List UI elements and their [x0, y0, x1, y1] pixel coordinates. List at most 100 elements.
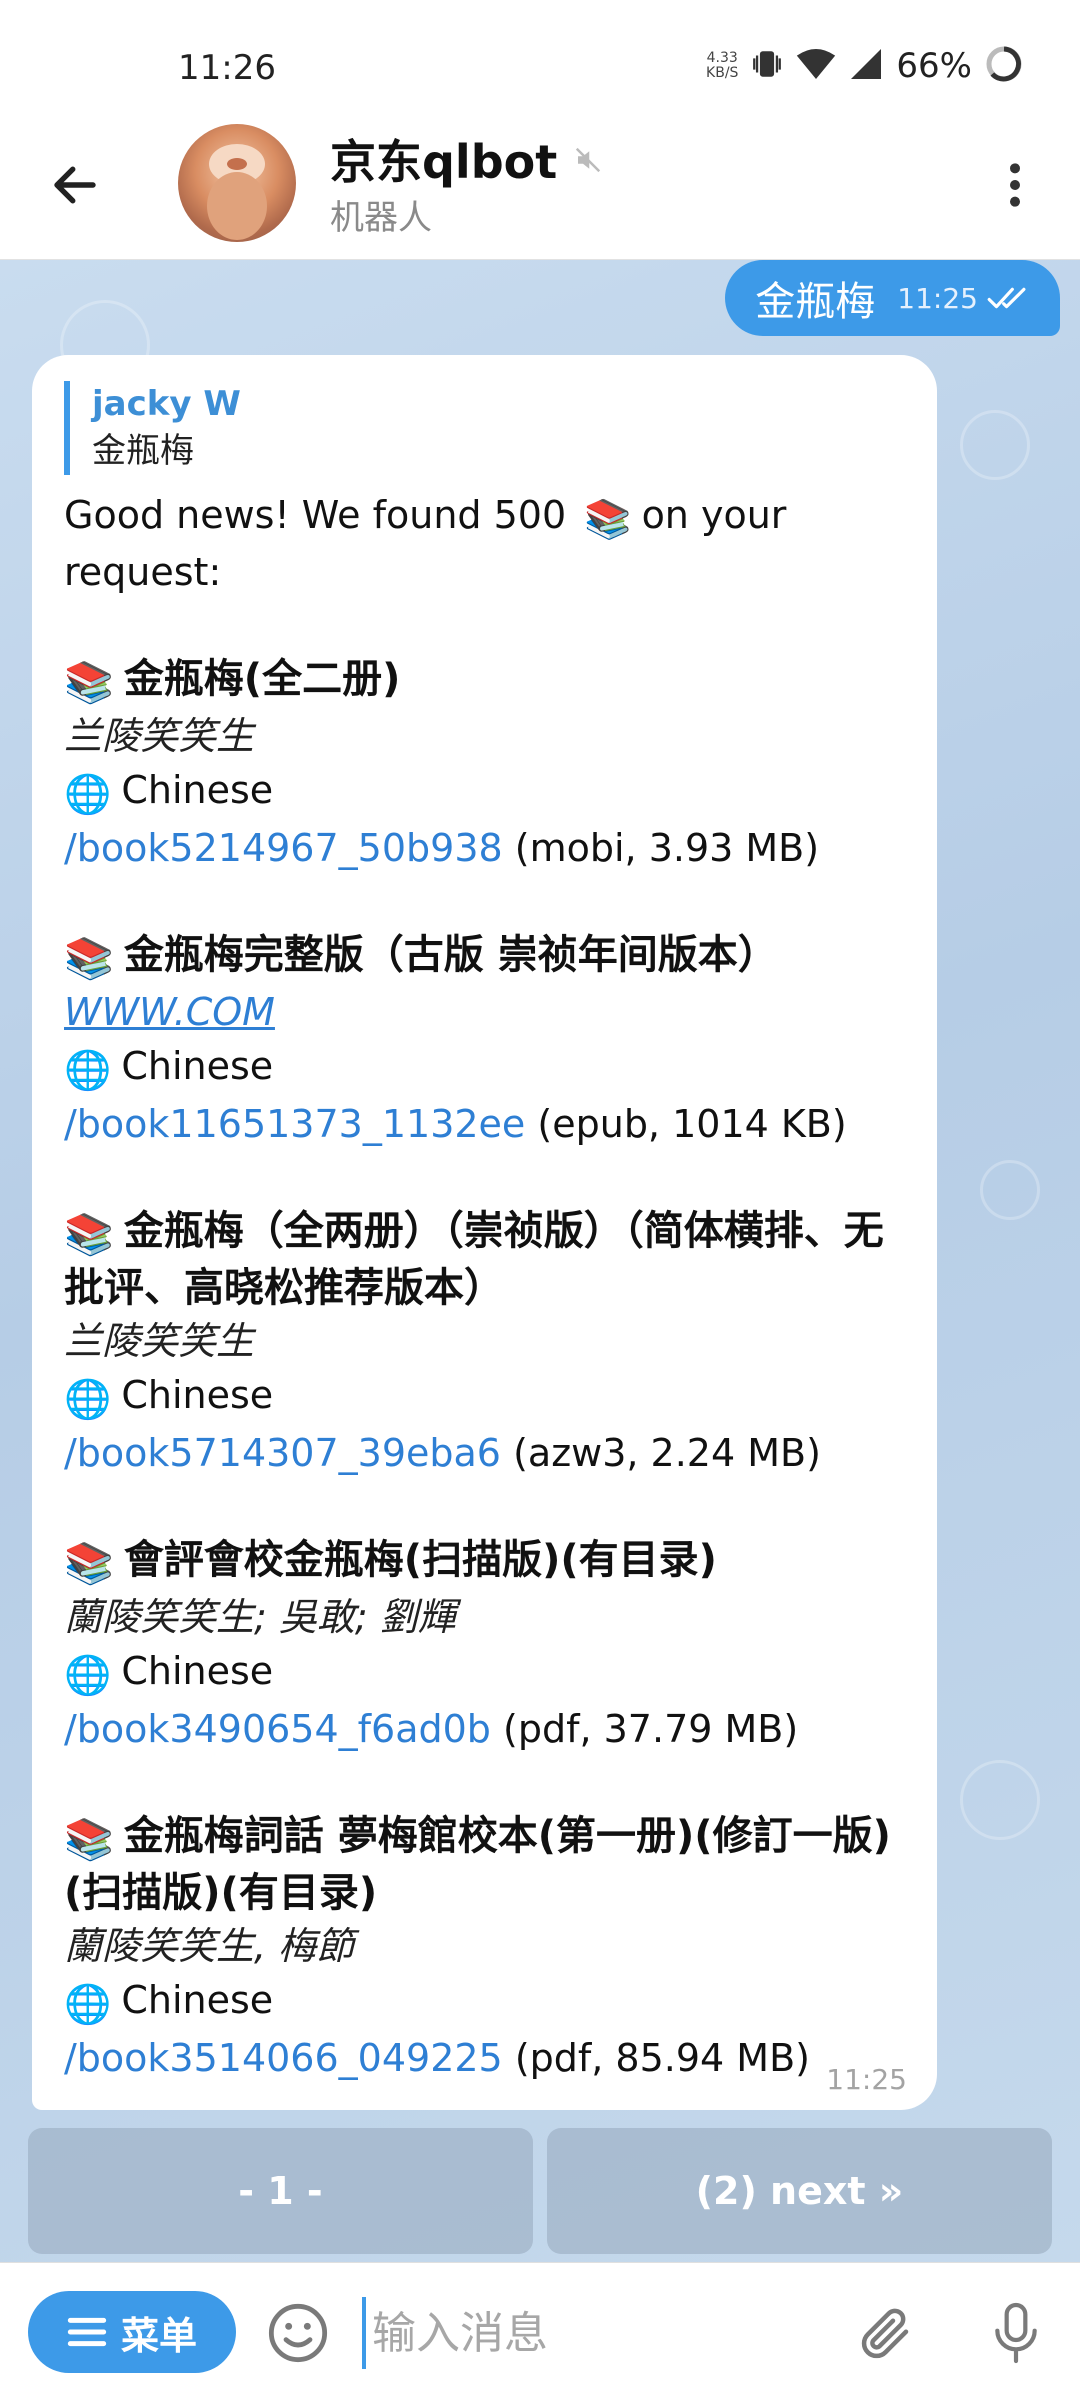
battery-percent: 66%: [896, 46, 972, 86]
book-file: /book5714307_39eba6 (azw3, 2.24 MB): [64, 1426, 907, 1480]
double-check-icon: [987, 287, 1026, 309]
globe-icon: 🌐: [64, 1982, 112, 2026]
book-title-text: 金瓶梅(全二册): [123, 656, 401, 702]
book-author: 蘭陵笑笑生; 吳敢; 劉輝: [64, 1595, 456, 1639]
book-entry: 📚 金瓶梅(全二册) 兰陵笑笑生 🌐 Chinese /book5214967_50…: [64, 653, 907, 875]
signal-icon: [848, 46, 884, 86]
battery-icon: [984, 44, 1024, 88]
smiley-icon: [268, 2303, 328, 2363]
bot-menu-button[interactable]: 菜单: [28, 2291, 236, 2373]
book-file: /book3514066_049225 (pdf, 85.94 MB): [64, 2031, 907, 2085]
bot-menu-label: 菜单: [120, 2313, 197, 2358]
outgoing-message-meta: 11:25: [897, 282, 1030, 315]
chat-header: 京东qlbot 机器人: [0, 110, 1080, 260]
globe-icon: 🌐: [64, 1377, 112, 1421]
vibrate-icon: [750, 47, 784, 85]
menu-icon: [67, 2317, 107, 2347]
books-emoji-icon: 📚: [64, 1212, 114, 1258]
book-file: /book3490654_f6ad0b (pdf, 37.79 MB): [64, 1702, 907, 1756]
incoming-message[interactable]: jacky W 金瓶梅 Good news! We found 500 📚 on …: [32, 355, 937, 2110]
book-command-link[interactable]: /book11651373_1132ee: [64, 1102, 525, 1146]
attach-button[interactable]: [848, 2295, 924, 2371]
books-emoji-icon: 📚: [64, 1817, 114, 1863]
book-title-text: 會評會校金瓶梅(扫描版)(有目录): [123, 1537, 717, 1583]
book-title: 📚 金瓶梅完整版（古版 崇祯年间版本）: [64, 929, 907, 986]
book-language: 🌐 Chinese: [64, 1039, 907, 1097]
book-file-info: (pdf, 37.79 MB): [503, 1707, 799, 1751]
book-language-text: Chinese: [121, 1373, 274, 1417]
book-file-info: (epub, 1014 KB): [537, 1102, 847, 1146]
chat-title-text: 京东qlbot: [330, 135, 558, 189]
globe-icon: 🌐: [64, 1048, 112, 1092]
book-language-text: Chinese: [121, 1044, 274, 1088]
book-language: 🌐 Chinese: [64, 1644, 907, 1702]
book-language: 🌐 Chinese: [64, 1368, 907, 1426]
book-title-text: 金瓶梅完整版（古版 崇祯年间版本）: [123, 932, 778, 978]
status-time: 11:26: [178, 48, 276, 88]
back-button[interactable]: [38, 148, 112, 222]
book-command-link[interactable]: /book3514066_049225: [64, 2036, 503, 2080]
book-entry: 📚 金瓶梅詞話 夢梅館校本(第一册)(修訂一版)(扫描版)(有目录) 蘭陵笑笑生,…: [64, 1810, 907, 2085]
book-title: 📚 金瓶梅(全二册): [64, 653, 907, 710]
book-author: 兰陵笑笑生: [64, 1319, 255, 1363]
book-author-link[interactable]: WWW.COM: [64, 986, 907, 1039]
outgoing-message-text: 金瓶梅: [755, 279, 876, 325]
book-file-info: (mobi, 3.93 MB): [514, 826, 820, 870]
book-language-text: Chinese: [121, 1978, 274, 2022]
globe-icon: 🌐: [64, 1653, 112, 1697]
book-title: 📚 金瓶梅詞話 夢梅館校本(第一册)(修訂一版)(扫描版)(有目录): [64, 1810, 907, 1920]
input-bar: 菜单: [0, 2262, 1080, 2400]
books-emoji-icon: 📚: [584, 497, 632, 541]
page-current-button[interactable]: - 1 -: [28, 2128, 533, 2254]
book-language: 🌐 Chinese: [64, 763, 907, 821]
microphone-icon: [995, 2302, 1037, 2364]
book-command-link[interactable]: /book5714307_39eba6: [64, 1431, 501, 1475]
arrow-left-icon: [54, 166, 96, 204]
incoming-message-time: 11:25: [826, 2063, 907, 2096]
background-doodle: [960, 410, 1030, 480]
next-page-button[interactable]: (2) next »: [547, 2128, 1052, 2254]
mute-icon: [573, 132, 603, 186]
emoji-button[interactable]: [262, 2297, 334, 2369]
avatar[interactable]: [178, 124, 296, 242]
network-speed-value: 4.33: [706, 50, 738, 66]
wifi-icon: [796, 47, 836, 85]
intro-text-before: Good news! We found 500: [64, 493, 567, 537]
book-author: 兰陵笑笑生: [64, 714, 255, 758]
network-speed-unit: KB/S: [706, 65, 739, 81]
background-doodle: [980, 1160, 1040, 1220]
book-entry: 📚 金瓶梅（全两册）（崇祯版）（简体横排、无批评、高晓松推荐版本） 兰陵笑笑生 🌐…: [64, 1205, 907, 1480]
paperclip-icon: [861, 2308, 909, 2359]
book-author: 蘭陵笑笑生, 梅節: [64, 1924, 355, 1968]
books-emoji-icon: 📚: [64, 660, 114, 706]
message-intro: Good news! We found 500 📚 on your request…: [64, 489, 907, 599]
background-doodle: [960, 1760, 1040, 1840]
inline-keyboard: - 1 - (2) next »: [28, 2128, 1052, 2254]
chat-messages[interactable]: 金瓶梅 11:25 jacky W 金瓶梅 Good news! We foun…: [0, 260, 1080, 2262]
book-file: /book11651373_1132ee (epub, 1014 KB): [64, 1097, 907, 1151]
book-language-text: Chinese: [121, 1649, 274, 1693]
book-command-link[interactable]: /book5214967_50b938: [64, 826, 503, 870]
more-options-button[interactable]: [980, 148, 1050, 222]
book-language: 🌐 Chinese: [64, 1973, 907, 2031]
voice-record-button[interactable]: [978, 2291, 1054, 2375]
chat-title: 京东qlbot: [330, 126, 603, 192]
reply-quote[interactable]: jacky W 金瓶梅: [64, 381, 907, 475]
message-input[interactable]: [362, 2297, 842, 2369]
book-file-info: (pdf, 85.94 MB): [514, 2036, 810, 2080]
book-language-text: Chinese: [121, 768, 274, 812]
outgoing-message[interactable]: 金瓶梅 11:25: [725, 260, 1060, 336]
books-emoji-icon: 📚: [64, 1541, 114, 1587]
book-command-link[interactable]: /book3490654_f6ad0b: [64, 1707, 491, 1751]
book-file: /book5214967_50b938 (mobi, 3.93 MB): [64, 821, 907, 875]
chat-subtitle: 机器人: [330, 198, 432, 238]
status-icons: 4.33 KB/S 66%: [706, 44, 1024, 88]
reply-author: jacky W: [92, 384, 241, 424]
book-title: 📚 會評會校金瓶梅(扫描版)(有目录): [64, 1534, 907, 1591]
more-vertical-icon: [1010, 163, 1020, 207]
reply-text: 金瓶梅: [92, 431, 194, 471]
book-title-text: 金瓶梅詞話 夢梅館校本(第一册)(修訂一版)(扫描版)(有目录): [64, 1813, 891, 1916]
globe-icon: 🌐: [64, 772, 112, 816]
outgoing-message-time: 11:25: [897, 281, 978, 315]
book-title-text: 金瓶梅（全两册）（崇祯版）（简体横排、无批评、高晓松推荐版本）: [64, 1208, 884, 1311]
